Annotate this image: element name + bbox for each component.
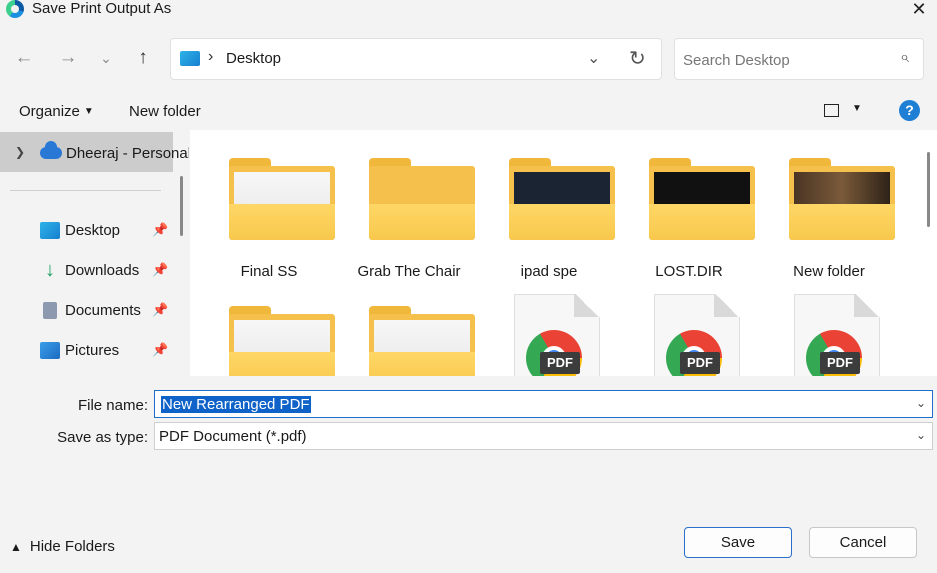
page-fold: [854, 294, 880, 317]
recent-locations-button[interactable]: ⌄: [93, 46, 119, 70]
search-box: ⌕: [674, 38, 924, 80]
documents-icon: [43, 302, 57, 319]
close-button[interactable]: ✕: [901, 0, 937, 20]
up-button[interactable]: ↑: [130, 46, 156, 70]
sidebar-divider: [10, 190, 161, 191]
view-options-button[interactable]: [824, 104, 839, 117]
content-scrollbar[interactable]: [927, 152, 930, 227]
breadcrumb-desktop[interactable]: Desktop: [226, 50, 281, 67]
sidebar-item-label: Downloads: [65, 262, 140, 279]
page-fold: [574, 294, 600, 317]
sidebar-item-label: Desktop: [65, 222, 121, 239]
file-item-pdf[interactable]: PDF: [764, 258, 894, 376]
folder-icon: [509, 158, 615, 240]
search-input[interactable]: [683, 49, 883, 71]
breadcrumb-separator[interactable]: ›: [208, 48, 213, 66]
file-item-folder[interactable]: [344, 278, 475, 376]
desktop-icon: [180, 51, 200, 66]
refresh-button[interactable]: ↻: [629, 46, 646, 71]
save-type-value: PDF Document (*.pdf): [159, 428, 307, 445]
folder-icon: [229, 306, 335, 376]
pictures-icon: [40, 342, 60, 359]
sidebar-scrollbar[interactable]: [180, 176, 183, 236]
downloads-icon: ↓: [45, 259, 55, 281]
folder-icon: [649, 158, 755, 240]
sidebar-item-onedrive[interactable]: ❯ Dheeraj - Personal: [0, 132, 189, 172]
file-item-pdf[interactable]: PDF: [484, 258, 614, 376]
onedrive-cloud-icon: [40, 141, 62, 159]
sidebar-item-label: Pictures: [65, 342, 120, 359]
save-form: File name: New Rearranged PDF ⌄ Save as …: [0, 376, 937, 573]
cancel-button[interactable]: Cancel: [809, 527, 917, 558]
file-item-ipad-spe[interactable]: ipad spe: [484, 130, 615, 280]
new-folder-button[interactable]: New folder: [129, 103, 201, 120]
save-button[interactable]: Save: [684, 527, 792, 558]
back-button[interactable]: ←: [11, 46, 37, 70]
command-bar: Organize ▼ New folder ▼ ?: [0, 90, 937, 130]
folder-icon: [789, 158, 895, 240]
file-list: Final SS Grab The Chair ipad spe LOST.DI…: [190, 130, 937, 376]
chevron-down-icon[interactable]: ⌄: [916, 396, 926, 410]
folder-icon: [369, 158, 475, 240]
address-bar[interactable]: › Desktop ⌄ ↻: [170, 38, 662, 80]
page-fold: [714, 294, 740, 317]
chevron-down-icon[interactable]: ⌄: [916, 428, 926, 442]
organize-button[interactable]: Organize ▼: [19, 103, 94, 120]
navigation-bar: ← → ⌄ ↑ › Desktop ⌄ ↻ ⌕: [0, 22, 937, 90]
pin-icon[interactable]: 📌: [152, 262, 168, 278]
help-button[interactable]: ?: [899, 100, 920, 121]
window-title: Save Print Output As: [32, 0, 172, 17]
search-icon[interactable]: ⌕: [900, 49, 909, 67]
address-dropdown-button[interactable]: ⌄: [587, 48, 600, 68]
forward-button[interactable]: →: [55, 46, 81, 70]
file-name-value[interactable]: New Rearranged PDF: [161, 396, 311, 413]
chevron-up-icon: ▲: [10, 540, 22, 554]
file-item-final-ss[interactable]: Final SS: [204, 130, 335, 280]
hide-folders-button[interactable]: ▲ Hide Folders: [10, 538, 115, 555]
file-item-folder[interactable]: [204, 278, 335, 376]
folder-icon: [369, 306, 475, 376]
folder-icon: [229, 158, 335, 240]
file-item-new-folder[interactable]: New folder: [764, 130, 895, 280]
pin-icon[interactable]: 📌: [152, 302, 168, 318]
sidebar-item-desktop[interactable]: Desktop 📌: [0, 216, 175, 246]
pdf-badge: PDF: [820, 352, 860, 374]
save-type-label: Save as type:: [57, 429, 148, 446]
organize-label: Organize: [19, 103, 80, 120]
sidebar-item-label: Documents: [65, 302, 141, 319]
sidebar-item-label: Dheeraj - Personal: [66, 145, 189, 162]
desktop-icon: [40, 222, 60, 239]
save-type-select[interactable]: PDF Document (*.pdf) ⌄: [154, 422, 933, 450]
hide-folders-label: Hide Folders: [29, 538, 115, 555]
pdf-badge: PDF: [540, 352, 580, 374]
pdf-badge: PDF: [680, 352, 720, 374]
edge-app-icon: [6, 0, 24, 18]
file-item-grab-the-chair[interactable]: Grab The Chair: [344, 130, 475, 280]
file-name-field[interactable]: New Rearranged PDF ⌄: [154, 390, 933, 418]
file-item-lost-dir[interactable]: LOST.DIR: [624, 130, 755, 280]
sidebar-item-downloads[interactable]: ↓ Downloads 📌: [0, 256, 175, 286]
pin-icon[interactable]: 📌: [152, 342, 168, 358]
file-name-label: File name:: [77, 397, 148, 414]
title-bar: Save Print Output As ✕: [0, 0, 937, 22]
file-item-pdf[interactable]: PDF: [624, 258, 754, 376]
sidebar-item-pictures[interactable]: Pictures 📌: [0, 336, 175, 366]
expand-chevron-icon[interactable]: ❯: [15, 145, 25, 159]
navigation-pane: ❯ Dheeraj - Personal Desktop 📌 ↓ Downloa…: [0, 130, 189, 376]
pin-icon[interactable]: 📌: [152, 222, 168, 238]
sidebar-item-documents[interactable]: Documents 📌: [0, 296, 175, 326]
caret-down-icon: ▼: [83, 106, 94, 117]
view-caret-down-icon[interactable]: ▼: [852, 103, 862, 114]
